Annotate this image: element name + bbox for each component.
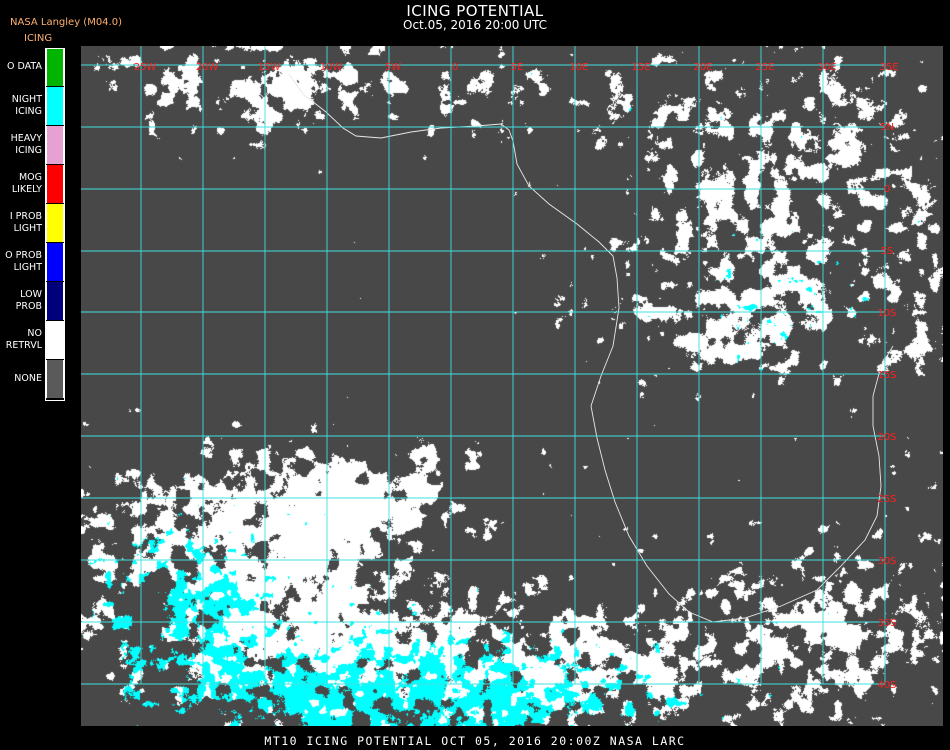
latitude-label: 5S [881,246,894,257]
legend-item-no-retrieval: NO RETRVL [0,321,66,359]
legend-swatch [46,87,64,125]
legend-swatch [46,204,64,242]
legend-label: NIGHT ICING [11,94,42,117]
longitude-label: 15E [631,62,650,73]
map-subtitle: Oct.05, 2016 20:00 UTC [403,18,547,32]
latitude-label: 5N [880,122,894,133]
legend-item-mog-likely: MOG LIKELY [0,165,66,203]
longitude-label: 25W [134,62,157,73]
lat-lon-grid [81,46,886,685]
legend-label: O DATA [7,61,42,72]
legend-swatch [46,126,64,164]
legend-label: NONE [14,373,42,384]
longitude-labels: 25W 20W 15W 10W 5W 0 5E 10E 15E 20E 25E 30E 35E [134,62,899,73]
latitude-label: 25S [877,494,896,505]
longitude-label: 5W [385,62,401,73]
longitude-label: 30E [817,62,836,73]
legend-item-lo-prob-light: O PROB LIGHT [0,243,66,281]
coastline [288,73,894,623]
map-overlay: 25W 20W 15W 10W 5W 0 5E 10E 15E 20E 25E 30E 35E 5N05… [81,46,899,691]
latitude-label: 0 [884,184,890,195]
legend-swatch [46,48,64,86]
longitude-label: 25E [755,62,774,73]
legend-label: HEAVY ICING [10,133,42,156]
legend-swatch [46,321,64,359]
longitude-label: 10E [569,62,588,73]
legend-item-heavy-icing: HEAVY ICING [0,126,66,164]
legend-item-no-data: O DATA [0,48,66,86]
legend-item-low-prob: LOW PROB [0,282,66,320]
legend-label: I PROB LIGHT [9,211,42,234]
legend-swatch [46,165,64,203]
longitude-label: 0 [452,62,458,73]
latitude-label: 30S [877,556,896,567]
legend-swatch [46,243,64,281]
latitude-label: 35S [877,618,896,629]
latitude-label: 40S [877,680,896,691]
legend-label: NO RETRVL [5,328,42,351]
legend-item-hi-prob-light: I PROB LIGHT [0,204,66,242]
longitude-label: 15W [258,62,281,73]
legend-label: LOW PROB [15,289,42,312]
legend-item-none: NONE [0,360,66,398]
latitude-label: 20S [877,432,896,443]
longitude-label: 35E [879,62,898,73]
icing-map: 25W 20W 15W 10W 5W 0 5E 10E 15E 20E 25E 30E 35E 5N 0 5… [81,46,943,726]
latitude-label: 15S [877,370,896,381]
longitude-label: 10W [320,62,343,73]
longitude-label: 5E [511,62,524,73]
legend-swatch [46,282,64,320]
legend-swatch [46,360,64,398]
longitude-label: 20E [693,62,712,73]
legend-item-night-icing: NIGHT ICING [0,87,66,125]
latitude-label: 10S [877,308,896,319]
footer-caption: MT10 ICING POTENTIAL OCT 05, 2016 20:00Z… [264,734,686,748]
coastline-path [288,73,894,623]
legend-label: O PROB LIGHT [5,250,42,273]
longitude-label: 20W [196,62,219,73]
legend-label: MOG LIKELY [11,172,42,195]
legend-title: ICING [24,33,53,44]
latitude-labels: 5N 0 5S 10S 15S 20S 25S 30S 35S 40S [877,122,896,691]
